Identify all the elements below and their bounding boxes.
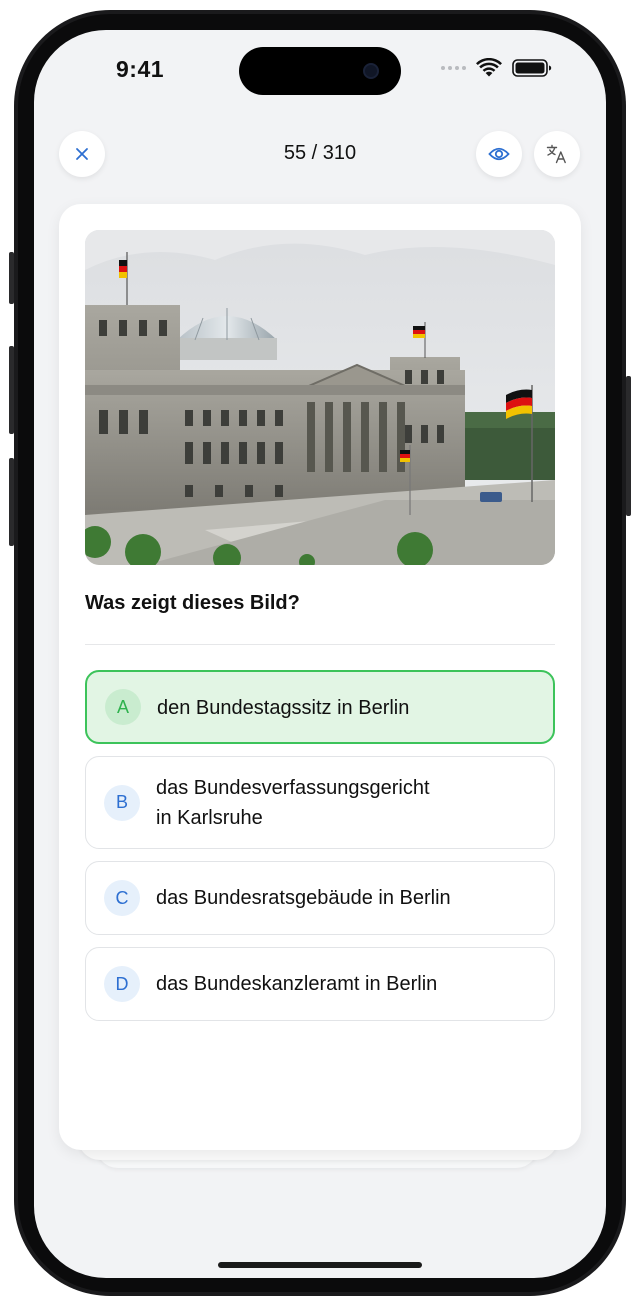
status-time: 9:41 bbox=[116, 56, 165, 82]
eye-icon bbox=[488, 147, 510, 161]
home-indicator[interactable] bbox=[218, 1262, 422, 1268]
question-image bbox=[85, 230, 555, 565]
answer-option-b[interactable]: B das Bundesverfassungsgericht in Karlsr… bbox=[85, 756, 555, 849]
option-label-line1: den Bundestagssitz in Berlin bbox=[157, 697, 410, 719]
option-label: das Bundesratsgebäude in Berlin bbox=[156, 883, 534, 913]
translate-button[interactable] bbox=[534, 131, 580, 177]
divider bbox=[85, 644, 555, 645]
wifi-icon bbox=[476, 58, 502, 77]
option-label: das Bundeskanzleramt in Berlin bbox=[156, 969, 534, 999]
question-text: Was zeigt dieses Bild? bbox=[85, 592, 300, 614]
option-label: den Bundestagssitz in Berlin bbox=[157, 693, 533, 723]
screen: 9:41 55 / 310 Was zeigt dieses Bild? A d… bbox=[34, 30, 606, 1278]
answer-option-c[interactable]: C das Bundesratsgebäude in Berlin bbox=[85, 861, 555, 935]
answer-option-a[interactable]: A den Bundestagssitz in Berlin bbox=[85, 670, 555, 744]
option-letter-badge: A bbox=[105, 689, 141, 725]
question-card: Was zeigt dieses Bild? A den Bundestagss… bbox=[59, 204, 581, 1150]
power-button bbox=[626, 376, 631, 516]
translate-icon bbox=[546, 144, 566, 164]
option-label-line2: in Karlsruhe bbox=[156, 807, 263, 829]
option-label-line1: das Bundeskanzleramt in Berlin bbox=[156, 973, 438, 995]
action-button bbox=[9, 252, 14, 304]
battery-icon bbox=[512, 59, 552, 77]
cellular-signal-icon bbox=[441, 66, 466, 70]
option-label: das Bundesverfassungsgericht in Karlsruh… bbox=[156, 773, 534, 833]
option-letter-badge: D bbox=[104, 966, 140, 1002]
status-indicators bbox=[441, 58, 552, 78]
option-letter-badge: C bbox=[104, 880, 140, 916]
dynamic-island bbox=[239, 47, 401, 95]
volume-up-button bbox=[9, 346, 14, 434]
volume-down-button bbox=[9, 458, 14, 546]
camera-icon bbox=[363, 63, 379, 79]
answer-option-d[interactable]: D das Bundeskanzleramt in Berlin bbox=[85, 947, 555, 1021]
option-label-line1: das Bundesverfassungsgericht bbox=[156, 777, 430, 799]
option-label-line1: das Bundesratsgebäude in Berlin bbox=[156, 887, 451, 909]
option-letter-badge: B bbox=[104, 784, 140, 821]
reveal-answer-button[interactable] bbox=[476, 131, 522, 177]
